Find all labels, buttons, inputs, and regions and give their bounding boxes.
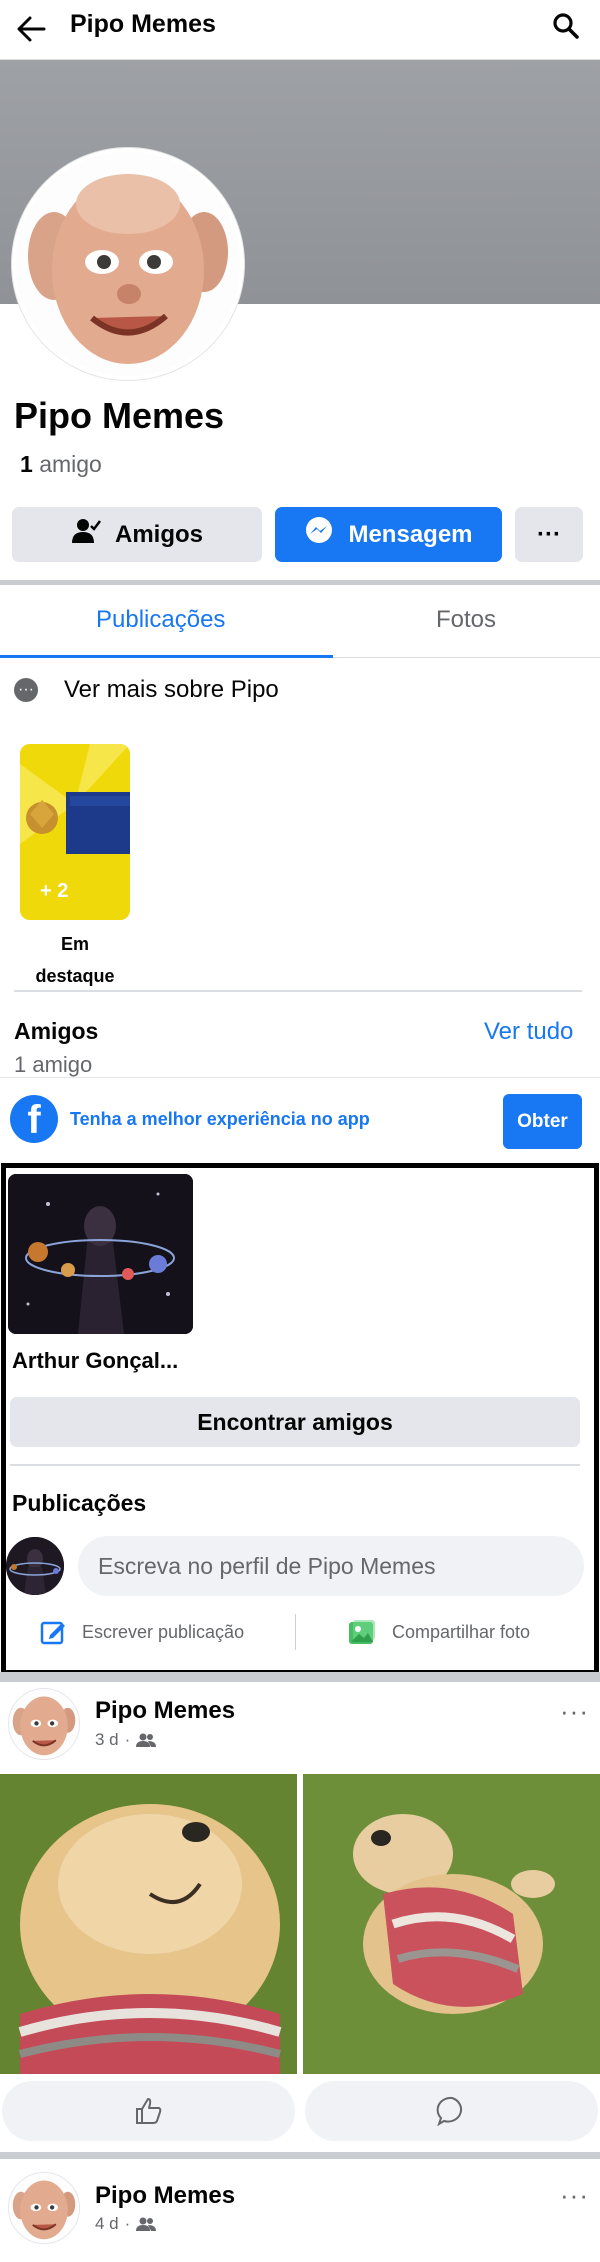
messenger-icon [304, 516, 348, 553]
share-photo-button[interactable]: Compartilhar foto [348, 1619, 530, 1645]
active-tab-indicator [0, 655, 333, 658]
friend-check-icon [71, 517, 115, 552]
post-options-icon[interactable]: ··· [560, 1696, 589, 1727]
pencil-icon [40, 1619, 66, 1645]
profile-tabs: Publicações Fotos [0, 588, 600, 658]
tab-photos[interactable]: Fotos [436, 606, 496, 634]
facebook-logo-icon: f [10, 1095, 58, 1143]
see-more-about-link[interactable]: ··· Ver mais sobre Pipo [14, 676, 279, 704]
post-meta: 4 d · [95, 2214, 157, 2234]
post-author-name[interactable]: Pipo Memes [95, 1697, 235, 1725]
friends-audience-icon [136, 1732, 157, 1748]
get-app-button[interactable]: Obter [503, 1094, 582, 1149]
friends-section-title: Amigos [14, 1018, 99, 1044]
friends-count[interactable]: 1 amigo [20, 451, 102, 478]
comment-button[interactable] [305, 2081, 598, 2141]
friend-name[interactable]: Arthur Gonçal... [12, 1348, 178, 1374]
top-bar: Pipo Memes [0, 0, 600, 60]
post-author-avatar[interactable] [8, 2172, 80, 2244]
tab-publications[interactable]: Publicações [96, 606, 225, 634]
comment-icon [436, 2095, 468, 2127]
message-button[interactable]: Mensagem [275, 507, 502, 562]
share-photo-label: Compartilhar foto [392, 1621, 531, 1642]
friends-button-label: Amigos [114, 520, 203, 548]
divider [10, 1464, 580, 1466]
separator-dot: · [124, 2214, 131, 2233]
highlight-label: Em destaque [35, 934, 115, 986]
search-icon[interactable] [552, 12, 580, 40]
friends-button[interactable]: Amigos [12, 507, 262, 562]
friend-card-photo[interactable] [8, 1174, 193, 1334]
app-banner-text: Tenha a melhor experiência no app [70, 1109, 370, 1129]
profile-name: Pipo Memes [14, 395, 225, 436]
like-button[interactable] [2, 2081, 295, 2141]
photo-icon [348, 1619, 376, 1645]
see-more-about-label: Ver mais sobre Pipo [64, 676, 279, 703]
post-author-name[interactable]: Pipo Memes [95, 2182, 235, 2210]
more-dots-icon: ··· [14, 678, 38, 702]
post-options-icon[interactable]: ··· [560, 2180, 589, 2211]
divider [0, 2152, 600, 2159]
profile-avatar[interactable] [12, 148, 244, 380]
thumbs-up-icon [133, 2095, 165, 2127]
divider [0, 580, 600, 585]
more-options-button[interactable]: ··· [515, 507, 583, 562]
composer-input[interactable]: Escreva no perfil de Pipo Memes [78, 1536, 584, 1596]
write-post-button[interactable]: Escrever publicação [40, 1619, 244, 1645]
post-author-avatar[interactable] [8, 1688, 80, 1760]
friends-count-word: amigo [39, 451, 102, 477]
post-time[interactable]: 4 d [95, 2214, 119, 2234]
composer-avatar [6, 1537, 64, 1595]
friends-section-count: 1 amigo [14, 1052, 93, 1077]
message-button-label: Mensagem [348, 520, 473, 548]
write-post-label: Escrever publicação [82, 1621, 245, 1642]
highlight-extra-count: + 2 [40, 880, 69, 902]
featured-highlight[interactable] [20, 744, 130, 920]
friends-count-number: 1 [20, 451, 33, 477]
post-meta: 3 d · [95, 1730, 157, 1750]
app-install-banner: f Tenha a melhor experiência no app Obte… [0, 1077, 600, 1163]
see-all-friends-link[interactable]: Ver tudo [484, 1018, 573, 1046]
page-title: Pipo Memes [70, 10, 216, 38]
friends-audience-icon [136, 2216, 157, 2232]
post-photo[interactable] [0, 1774, 297, 2074]
divider [0, 1672, 600, 1682]
divider [14, 990, 582, 992]
find-friends-button[interactable]: Encontrar amigos [10, 1397, 580, 1447]
back-arrow-icon[interactable] [14, 12, 48, 46]
post-time[interactable]: 3 d [95, 1730, 119, 1750]
post-photo[interactable] [303, 1774, 600, 2074]
separator-dot: · [124, 1730, 131, 1749]
publications-section-title: Publicações [12, 1490, 147, 1516]
composer-divider [295, 1614, 296, 1650]
